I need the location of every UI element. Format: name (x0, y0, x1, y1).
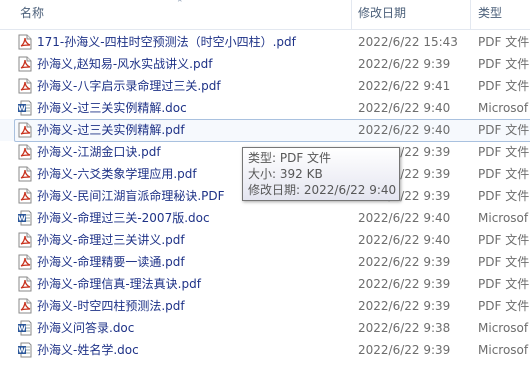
tooltip-type: 类型: PDF 文件 (248, 151, 332, 165)
file-modified-date: 2022/6/22 9:40 (358, 101, 451, 115)
pdf-file-icon (18, 276, 32, 292)
file-name: 孙海义-命理信真-理法真诀.pdf (37, 277, 201, 291)
column-header-bar: 名称 ⌃ 修改日期 类型 (0, 0, 530, 30)
pdf-file-icon (18, 34, 32, 50)
file-modified-date: 2022/6/22 9:39 (358, 299, 451, 313)
file-modified-date: 2022/6/22 9:40 (358, 211, 451, 225)
file-row[interactable]: 孙海义-命理信真-理法真诀.pdf 2022/6/22 9:39 PDF 文件 (0, 273, 530, 295)
file-name: 孙海义-过三关实例精解.pdf (37, 123, 185, 137)
pdf-file-icon (18, 144, 32, 160)
file-type: Microsof (478, 343, 529, 357)
sort-chevron-up-icon: ⌃ (176, 0, 184, 9)
pdf-file-icon (18, 254, 32, 270)
pdf-file-icon (18, 188, 32, 204)
file-name: 171-孙海义-四柱时空预测法（时空小四柱）.pdf (37, 35, 296, 49)
word-file-icon: W (18, 210, 32, 226)
file-name: 孙海义-命理过三关讲义.pdf (37, 233, 185, 247)
pdf-file-icon (18, 232, 32, 248)
file-row[interactable]: W 孙海义-过三关实例精解.doc 2022/6/22 9:40 Microsof (0, 97, 530, 119)
pdf-file-icon (18, 78, 32, 94)
svg-text:W: W (18, 325, 26, 333)
file-row[interactable]: 孙海义-时空四柱预测法.pdf 2022/6/22 9:39 PDF 文件 (0, 295, 530, 317)
word-file-icon: W (18, 320, 32, 336)
file-name: 孙海义-姓名学.doc (37, 343, 139, 357)
svg-text:W: W (18, 347, 26, 355)
pdf-file-icon (18, 122, 32, 138)
file-row[interactable]: 孙海义,赵知易-风水实战讲义.pdf 2022/6/22 9:39 PDF 文件 (0, 53, 530, 75)
file-type: Microsof (478, 211, 529, 225)
file-type: PDF 文件 (478, 189, 530, 203)
word-file-icon: W (18, 100, 32, 116)
column-divider[interactable] (470, 0, 471, 29)
column-header-name[interactable]: 名称 (20, 0, 44, 29)
file-type: PDF 文件 (478, 79, 530, 93)
file-type: PDF 文件 (478, 57, 530, 71)
file-modified-date: 2022/6/22 9:38 (358, 321, 451, 335)
pdf-file-icon (18, 166, 32, 182)
file-row[interactable]: 孙海义-命理过三关讲义.pdf 2022/6/22 9:40 PDF 文件 (0, 229, 530, 251)
svg-text:W: W (18, 105, 26, 113)
pdf-file-icon (18, 298, 32, 314)
file-name: 孙海义-命理精要一读通.pdf (37, 255, 185, 269)
file-row[interactable]: W 孙海义问答录.doc 2022/6/22 9:38 Microsof (0, 317, 530, 339)
file-type: PDF 文件 (478, 277, 530, 291)
file-row[interactable]: 171-孙海义-四柱时空预测法（时空小四柱）.pdf 2022/6/22 15:4… (0, 31, 530, 53)
file-row[interactable]: W 孙海义-姓名学.doc 2022/6/22 9:39 Microsof (0, 339, 530, 361)
file-name: 孙海义-八字启示录命理过三关.pdf (37, 79, 221, 93)
file-modified-date: 2022/6/22 9:39 (358, 57, 451, 71)
tooltip-date: 修改日期: 2022/6/22 9:40 (248, 183, 397, 197)
tooltip-size: 大小: 392 KB (248, 167, 323, 181)
file-type: PDF 文件 (478, 233, 530, 247)
column-header-date[interactable]: 修改日期 (358, 0, 406, 29)
file-type: Microsof (478, 101, 529, 115)
file-info-tooltip: 类型: PDF 文件 大小: 392 KB 修改日期: 2022/6/22 9:… (242, 147, 400, 201)
file-type: PDF 文件 (478, 35, 530, 49)
file-type: PDF 文件 (478, 167, 530, 181)
file-row[interactable]: 孙海义-命理精要一读通.pdf 2022/6/22 9:39 PDF 文件 (0, 251, 530, 273)
file-name: 孙海义-时空四柱预测法.pdf (37, 299, 185, 313)
file-modified-date: 2022/6/22 9:40 (358, 233, 451, 247)
file-name: 孙海义-过三关实例精解.doc (37, 101, 187, 115)
file-name: 孙海义问答录.doc (37, 321, 135, 335)
file-modified-date: 2022/6/22 9:41 (358, 79, 451, 93)
file-name: 孙海义,赵知易-风水实战讲义.pdf (37, 57, 213, 71)
file-modified-date: 2022/6/22 9:39 (358, 343, 451, 357)
file-modified-date: 2022/6/22 15:43 (358, 35, 458, 49)
file-name: 孙海义-命理过三关-2007版.doc (37, 211, 210, 225)
file-name: 孙海义-六爻类象学理应用.pdf (37, 167, 197, 181)
file-type: PDF 文件 (478, 145, 530, 159)
file-name: 孙海义-江湖金口诀.pdf (37, 145, 161, 159)
file-row[interactable]: W 孙海义-命理过三关-2007版.doc 2022/6/22 9:40 Micros… (0, 207, 530, 229)
file-modified-date: 2022/6/22 9:39 (358, 277, 451, 291)
file-row-selected[interactable]: 孙海义-过三关实例精解.pdf 2022/6/22 9:40 PDF 文件 (0, 119, 530, 142)
file-row[interactable]: 孙海义-八字启示录命理过三关.pdf 2022/6/22 9:41 PDF 文件 (0, 75, 530, 97)
file-modified-date: 2022/6/22 9:40 (358, 123, 451, 137)
file-modified-date: 2022/6/22 9:39 (358, 255, 451, 269)
file-name: 孙海义-民间江湖盲派命理秘诀.PDF (37, 189, 225, 203)
file-type: PDF 文件 (478, 299, 530, 313)
pdf-file-icon (18, 56, 32, 72)
column-divider[interactable] (351, 0, 352, 29)
svg-text:W: W (18, 215, 26, 223)
file-type: PDF 文件 (478, 255, 530, 269)
file-type: PDF 文件 (478, 123, 530, 137)
column-header-type[interactable]: 类型 (478, 0, 502, 29)
file-type: Microsof (478, 321, 529, 335)
